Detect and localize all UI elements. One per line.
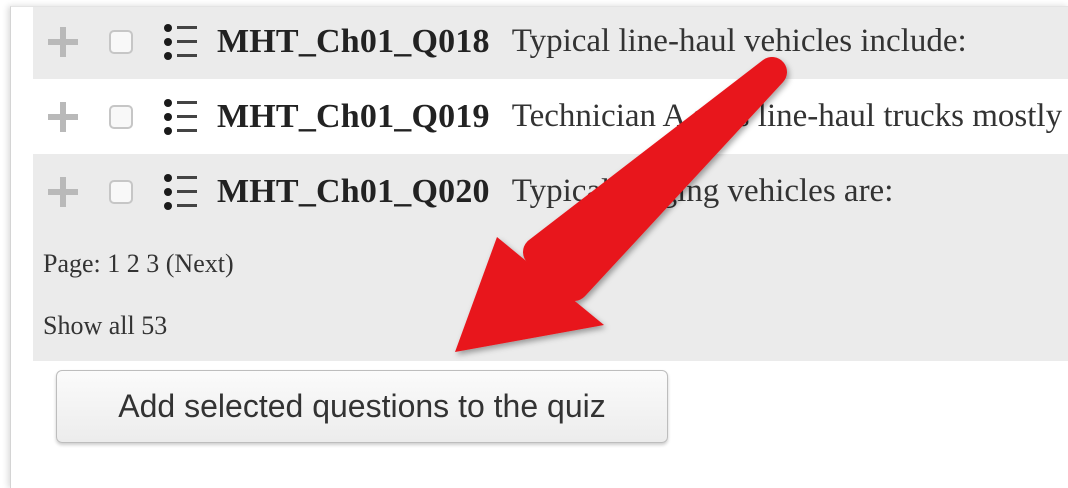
question-list-icon (164, 98, 197, 135)
add-selected-questions-button[interactable]: Add selected questions to the quiz (56, 370, 668, 443)
question-text[interactable]: Typical line-haul vehicles include: (512, 23, 967, 60)
pagination: Page: 1 2 3 (Next) (43, 249, 234, 279)
question-list-icon (164, 23, 197, 60)
add-plus-icon[interactable] (46, 25, 80, 59)
question-name[interactable]: MHT_Ch01_Q020 (217, 173, 490, 211)
page-label: Page: (43, 249, 101, 278)
show-all-link[interactable]: Show all 53 (43, 311, 167, 340)
question-row: MHT_Ch01_Q020 Typical logging vehicles a… (33, 154, 1068, 229)
page-link-1[interactable]: 1 (107, 249, 120, 278)
question-select-checkbox[interactable] (109, 104, 133, 129)
question-list-icon (164, 173, 197, 210)
question-text[interactable]: Technician A says line-haul trucks mostl… (512, 98, 1062, 135)
question-name[interactable]: MHT_Ch01_Q018 (217, 23, 490, 61)
question-list: MHT_Ch01_Q018 Typical line-haul vehicles… (33, 7, 1068, 361)
page-link-2[interactable]: 2 (127, 249, 140, 278)
question-bank-panel: MHT_Ch01_Q018 Typical line-haul vehicles… (10, 6, 1068, 488)
add-plus-icon[interactable] (46, 100, 80, 134)
show-all-row: Show all 53 (43, 311, 167, 341)
next-page-link[interactable]: (Next) (166, 249, 234, 278)
question-row: MHT_Ch01_Q018 Typical line-haul vehicles… (33, 7, 1068, 79)
pagination-area: Page: 1 2 3 (Next) Show all 53 (33, 229, 1068, 361)
question-select-checkbox[interactable] (109, 179, 133, 204)
question-row: MHT_Ch01_Q019 Technician A says line-hau… (33, 79, 1068, 154)
add-plus-icon[interactable] (46, 175, 80, 209)
page-link-3[interactable]: 3 (146, 249, 159, 278)
question-name[interactable]: MHT_Ch01_Q019 (217, 98, 490, 136)
question-text[interactable]: Typical logging vehicles are: (512, 173, 894, 210)
question-select-checkbox[interactable] (109, 29, 133, 54)
